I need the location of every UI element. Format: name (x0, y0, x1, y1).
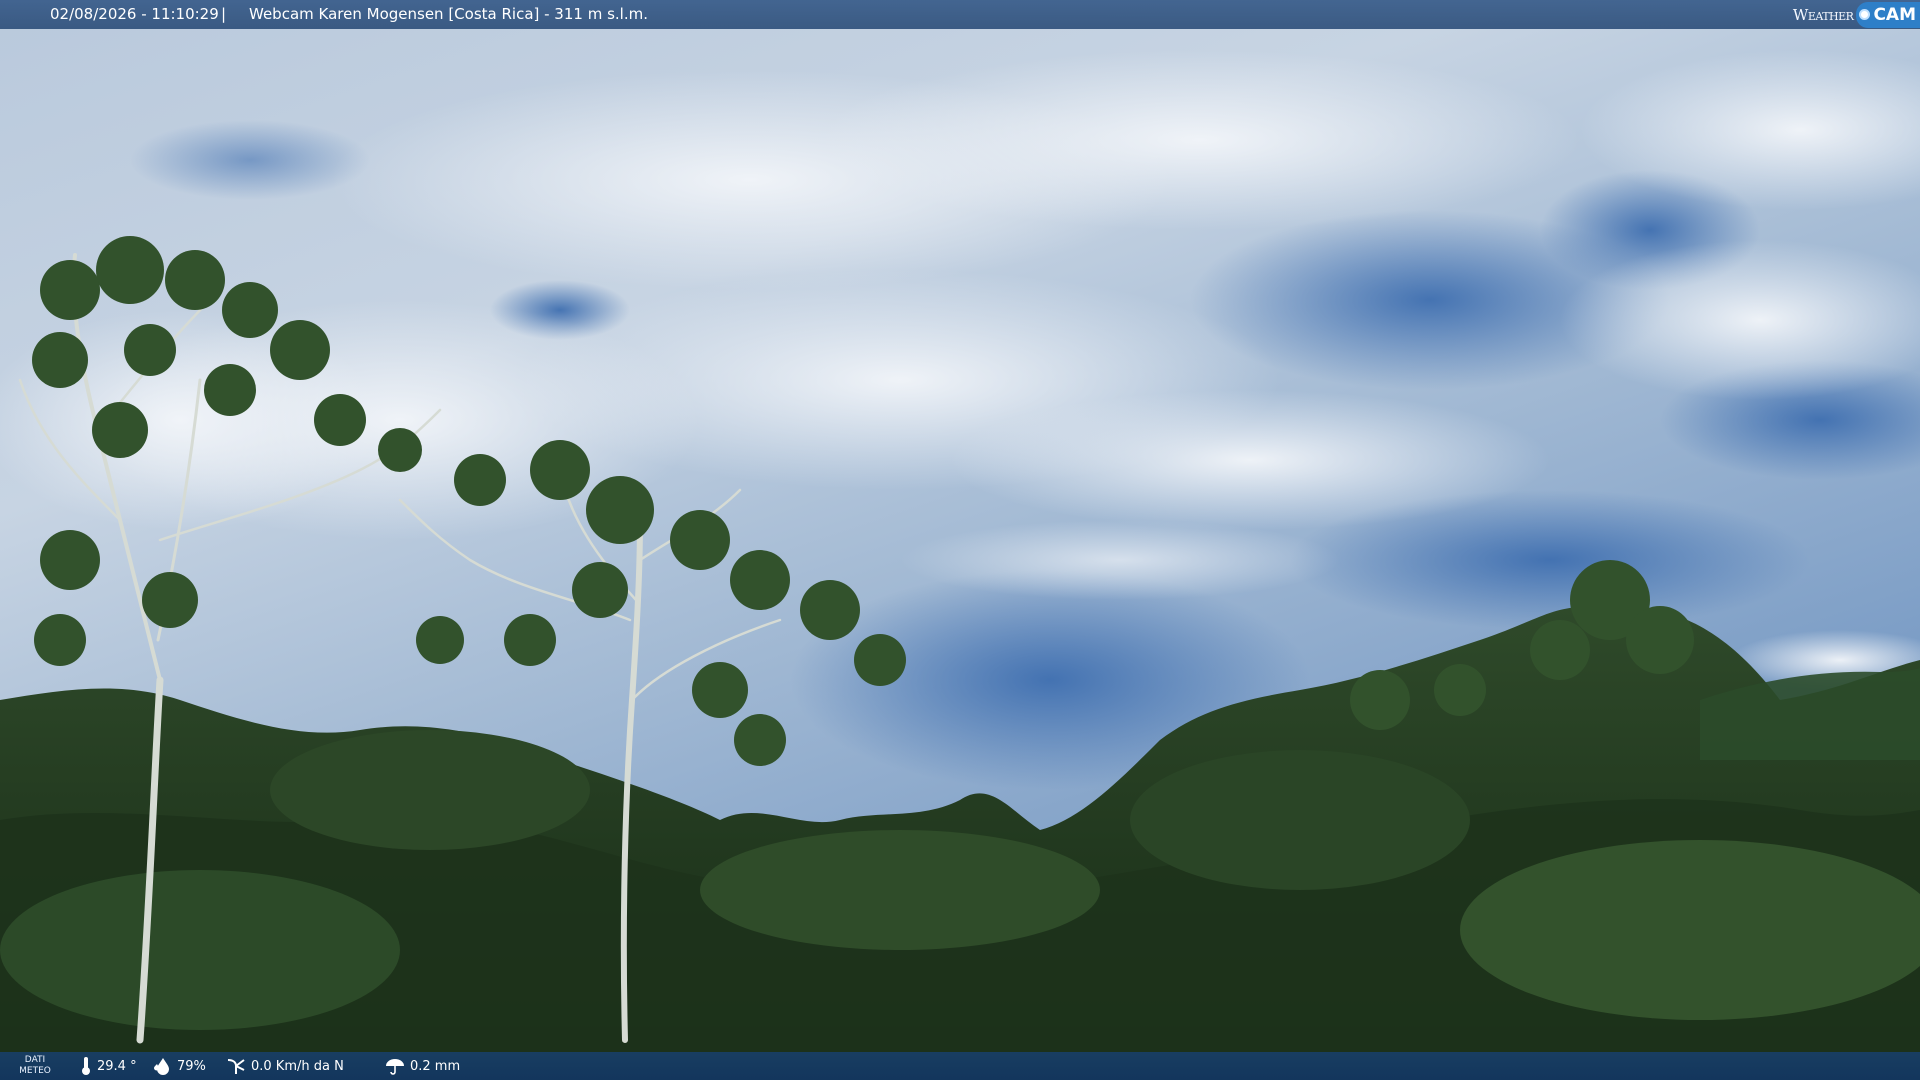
umbrella-icon (386, 1059, 404, 1075)
droplet-icon (154, 1058, 169, 1075)
weathercam-logo[interactable]: Weather CAM (1793, 0, 1920, 29)
weather-data-bar: DATI METEO 29.4 ° 79% 0.0 Km/h da N 0.2 … (0, 1052, 1920, 1080)
rain-value: 0.2 mm (410, 1058, 461, 1074)
logo-cam-block: CAM (1856, 1, 1920, 28)
webcam-title: Webcam Karen Mogensen [Costa Rica] - 311… (249, 5, 648, 23)
webcam-scene (0, 0, 1920, 1080)
humidity-metric: 79% (154, 1052, 206, 1080)
logo-cam-text: CAM (1873, 4, 1916, 25)
wind-icon (227, 1059, 245, 1074)
rain-metric: 0.2 mm (385, 1052, 460, 1080)
thermometer-icon (82, 1057, 90, 1075)
header-separator: | (221, 5, 227, 23)
camera-lens-icon (1859, 9, 1871, 20)
humidity-value: 79% (177, 1058, 206, 1074)
temperature-metric: 29.4 ° (80, 1052, 137, 1080)
info-header: 02/08/2026 - 11:10:29 | Webcam Karen Mog… (0, 0, 1920, 29)
logo-weather-text: Weather (1792, 5, 1854, 24)
wind-metric: 0.0 Km/h da N (226, 1052, 344, 1080)
weather-data-label: DATI METEO (19, 1055, 51, 1076)
wind-value: 0.0 Km/h da N (251, 1058, 344, 1074)
timestamp: 02/08/2026 - 11:10:29 (50, 5, 219, 23)
temperature-value: 29.4 ° (97, 1058, 137, 1074)
